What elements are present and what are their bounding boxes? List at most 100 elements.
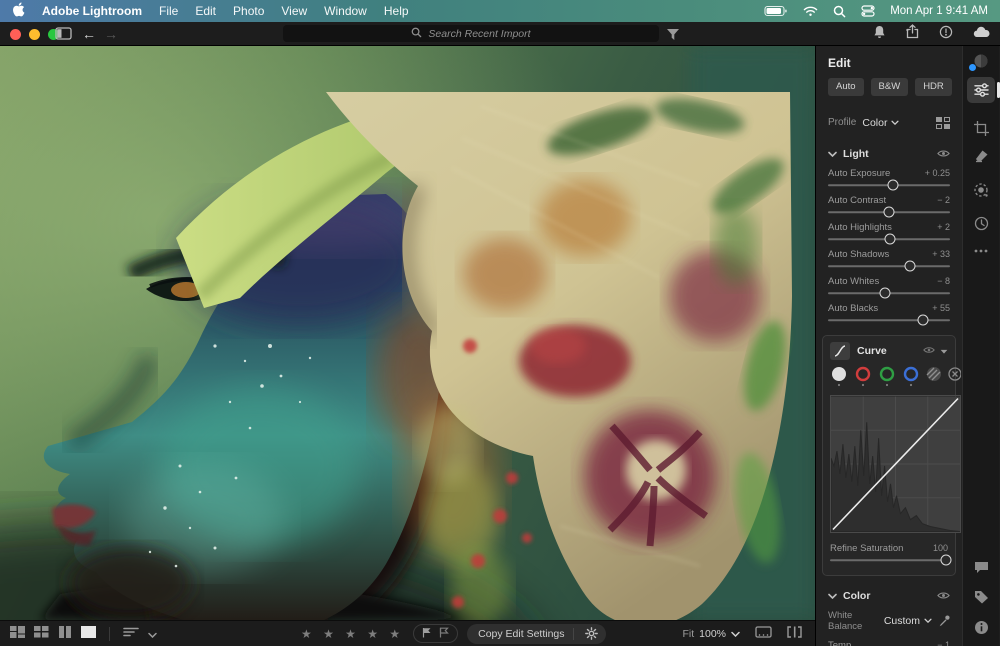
- slider-handle[interactable]: [884, 207, 895, 218]
- menu-view[interactable]: View: [281, 4, 307, 18]
- search-input[interactable]: Search Recent Import: [283, 25, 659, 42]
- notifications-bell-icon[interactable]: [873, 25, 886, 44]
- filmstrip-toolbar: ★ ★ ★ ★ ★ Copy Edit Settings: [0, 620, 815, 646]
- sidebar-toggle-icon[interactable]: [55, 27, 72, 45]
- channel-all: [832, 367, 846, 381]
- spotlight-search-icon[interactable]: [833, 5, 846, 18]
- menu-edit[interactable]: Edit: [195, 4, 216, 18]
- detail-view-icon[interactable]: [81, 625, 96, 643]
- auto-button[interactable]: Auto: [828, 78, 864, 96]
- square-grid-view-icon[interactable]: [34, 625, 49, 643]
- slider-value: − 8: [937, 276, 950, 286]
- photo-grid-view-icon[interactable]: [10, 625, 25, 643]
- profile-dropdown[interactable]: Color: [862, 117, 899, 129]
- apple-menu-icon[interactable]: [12, 2, 25, 20]
- profile-label: Profile: [828, 117, 856, 128]
- slider-track[interactable]: [828, 206, 950, 219]
- eye-icon[interactable]: [937, 591, 950, 600]
- white-balance-label: White Balance: [828, 610, 878, 632]
- info-icon[interactable]: [967, 614, 995, 640]
- portrait-photo: [0, 46, 815, 620]
- slider-handle[interactable]: [940, 555, 951, 566]
- compare-view-icon[interactable]: [58, 625, 72, 643]
- slider-value: 100: [933, 543, 948, 553]
- reject-flag-icon[interactable]: [439, 625, 449, 643]
- forward-button[interactable]: →: [104, 22, 118, 46]
- sort-chevron-icon[interactable]: [148, 625, 157, 643]
- slider-label: Auto Whites: [828, 276, 879, 287]
- keywords-tag-icon[interactable]: [967, 584, 995, 610]
- slider-label: Temp: [828, 640, 851, 646]
- masking-tool-icon[interactable]: [967, 177, 995, 203]
- eye-icon[interactable]: [937, 149, 950, 158]
- hdr-button[interactable]: HDR: [915, 78, 952, 96]
- light-section-header[interactable]: Light: [816, 140, 962, 166]
- bw-button[interactable]: B&W: [871, 78, 909, 96]
- filter-icon[interactable]: [667, 28, 679, 46]
- more-options-icon[interactable]: [967, 238, 995, 264]
- slider-handle[interactable]: [887, 180, 898, 191]
- slider-label: Auto Exposure: [828, 168, 890, 179]
- eye-icon[interactable]: [923, 345, 935, 357]
- slider-handle[interactable]: [918, 315, 929, 326]
- slider-auto-highlights: Auto Highlights+ 2: [816, 220, 962, 247]
- gear-icon[interactable]: [582, 624, 602, 644]
- sync-alert-icon[interactable]: [939, 25, 953, 44]
- edit-tool-icon[interactable]: [967, 77, 995, 103]
- zoom-level-dropdown[interactable]: Fit 100%: [682, 628, 740, 640]
- before-after-view-icon[interactable]: [787, 625, 802, 643]
- crop-tool-icon[interactable]: [967, 115, 995, 141]
- slider-handle[interactable]: [904, 261, 915, 272]
- versions-history-icon[interactable]: [967, 210, 995, 236]
- fit-label: Fit: [682, 628, 694, 640]
- slider-handle[interactable]: [880, 288, 891, 299]
- slider-track[interactable]: [828, 314, 950, 327]
- profile-browser-icon[interactable]: [936, 117, 950, 129]
- curve-channel-selector[interactable]: [830, 366, 948, 390]
- slider-value: + 55: [932, 303, 950, 313]
- photo-canvas[interactable]: [0, 46, 815, 620]
- color-section: Color White Balance Custom: [816, 582, 962, 646]
- comments-icon[interactable]: [967, 554, 995, 580]
- slider-value: + 33: [932, 249, 950, 259]
- menu-window[interactable]: Window: [324, 4, 367, 18]
- color-section-header[interactable]: Color: [816, 582, 962, 608]
- star-rating[interactable]: ★ ★ ★ ★ ★: [301, 627, 404, 641]
- close-window-button[interactable]: [10, 29, 21, 40]
- cloud-sync-status-icon[interactable]: [967, 48, 995, 74]
- wifi-icon[interactable]: [803, 5, 818, 17]
- menu-clock[interactable]: Mon Apr 1 9:41 AM: [890, 5, 988, 17]
- chevron-down-icon: [731, 631, 740, 637]
- eyedropper-icon[interactable]: [938, 615, 950, 627]
- slider-temp: Temp− 1: [816, 638, 962, 646]
- zoom-value: 100%: [699, 628, 726, 640]
- tone-curve-histogram[interactable]: [830, 395, 961, 533]
- slider-track[interactable]: [828, 260, 950, 273]
- share-icon[interactable]: [906, 24, 919, 44]
- chevron-down-icon[interactable]: [940, 345, 948, 357]
- slider-track[interactable]: [828, 287, 950, 300]
- slider-handle[interactable]: [885, 234, 896, 245]
- cloud-icon[interactable]: [973, 25, 990, 43]
- healing-brush-icon[interactable]: [967, 143, 995, 169]
- control-center-icon[interactable]: [861, 5, 875, 17]
- white-balance-dropdown[interactable]: Custom: [884, 615, 932, 627]
- pick-flag-icon[interactable]: [422, 625, 432, 643]
- tool-rail: [962, 46, 999, 646]
- slider-value: − 2: [937, 195, 950, 205]
- curve-icon: [830, 342, 850, 360]
- menu-photo[interactable]: Photo: [233, 4, 264, 18]
- slider-auto-shadows: Auto Shadows+ 33: [816, 247, 962, 274]
- minimize-window-button[interactable]: [29, 29, 40, 40]
- battery-icon[interactable]: [764, 5, 788, 17]
- copy-edit-settings-button[interactable]: Copy Edit Settings: [467, 624, 605, 644]
- menu-file[interactable]: File: [159, 4, 178, 18]
- slider-track[interactable]: [830, 554, 948, 567]
- filmstrip-toggle-icon[interactable]: [755, 625, 772, 643]
- menu-help[interactable]: Help: [384, 4, 409, 18]
- back-button[interactable]: ←: [82, 22, 96, 46]
- sort-icon[interactable]: [123, 625, 139, 643]
- slider-track[interactable]: [828, 179, 950, 192]
- slider-track[interactable]: [828, 233, 950, 246]
- menu-app-name[interactable]: Adobe Lightroom: [42, 4, 142, 18]
